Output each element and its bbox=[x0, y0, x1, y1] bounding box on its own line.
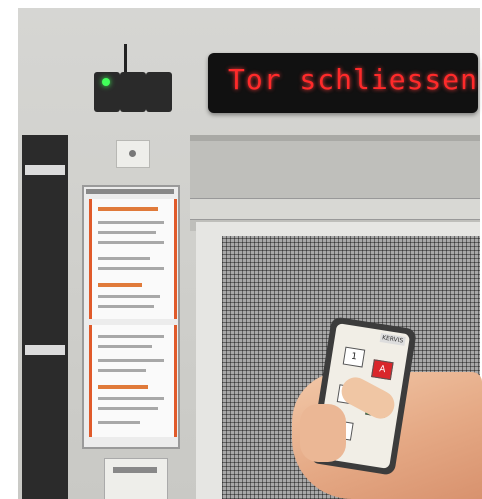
switch-hole bbox=[129, 150, 136, 157]
poster-line bbox=[98, 345, 152, 348]
poster-line bbox=[98, 305, 154, 308]
poster-line bbox=[98, 335, 164, 338]
poster-line bbox=[98, 221, 164, 224]
poster-heading bbox=[98, 385, 148, 389]
poster-clip bbox=[86, 189, 174, 194]
remote-button-a[interactable]: A bbox=[371, 359, 394, 381]
poster-sheet-upper bbox=[89, 199, 177, 319]
wall-switch bbox=[116, 140, 150, 168]
led-sign: Tor schliessen! bbox=[208, 53, 482, 113]
shaft-bar bbox=[25, 165, 65, 175]
finger bbox=[300, 404, 346, 462]
left-shaft-door bbox=[22, 135, 68, 499]
sensor-box-middle bbox=[120, 72, 146, 112]
poster-sheet-lower bbox=[89, 325, 177, 437]
poster-heading bbox=[98, 207, 158, 211]
wall-box-lower bbox=[104, 458, 168, 499]
poster-line bbox=[98, 407, 158, 410]
poster-line bbox=[98, 231, 156, 234]
poster-line bbox=[98, 397, 164, 400]
poster-line bbox=[98, 267, 164, 270]
photo-scene: Tor schliessen! KERVIS 1 A bbox=[0, 0, 482, 499]
sensor-box-right bbox=[146, 72, 172, 112]
poster-line bbox=[98, 369, 146, 372]
shaft-bar bbox=[25, 345, 65, 355]
poster-heading bbox=[98, 283, 142, 287]
led-sign-text: Tor schliessen! bbox=[228, 63, 482, 96]
poster-line bbox=[98, 241, 164, 244]
remote-brand-label: KERVIS bbox=[379, 333, 406, 346]
status-led-icon bbox=[102, 78, 110, 86]
poster-line bbox=[98, 257, 150, 260]
wall-box-slot bbox=[113, 467, 157, 473]
door-rail bbox=[190, 198, 480, 220]
poster-line bbox=[98, 295, 160, 298]
instruction-poster bbox=[82, 185, 180, 449]
poster-line bbox=[98, 359, 164, 362]
poster-line bbox=[98, 421, 140, 424]
remote-button-1[interactable]: 1 bbox=[342, 346, 366, 368]
sensor-box-left bbox=[94, 72, 120, 112]
antenna bbox=[124, 44, 127, 74]
